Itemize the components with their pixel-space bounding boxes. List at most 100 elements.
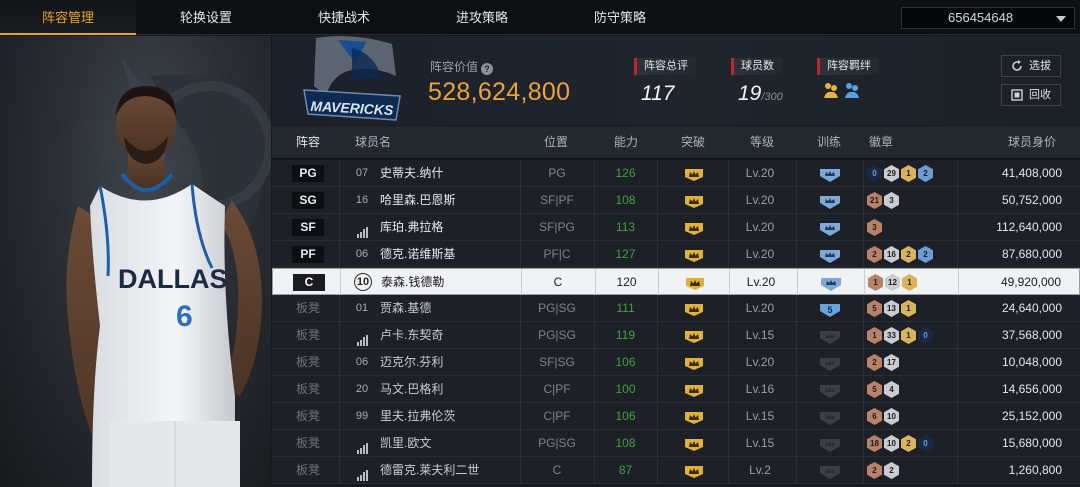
player-name[interactable]: 德克.诺维斯基 bbox=[380, 241, 455, 268]
column-divider bbox=[657, 349, 658, 376]
table-row[interactable]: C 10 泰森.钱德勒 C 120 Lv.20 1 12 1 49,920,000 bbox=[272, 268, 1080, 296]
col-ability[interactable]: 能力 bbox=[614, 126, 638, 159]
badge-group[interactable]: 1 12 1 bbox=[868, 274, 917, 291]
table-row[interactable]: SF 库珀.弗拉格 SF|PG 113 Lv.20 3 112,640,000 bbox=[272, 214, 1080, 241]
table-row[interactable]: 板凳 德雷克.莱夫利二世 C 87 Lv.2 2 2 1,260,800 bbox=[272, 457, 1080, 484]
summary-header: MAVERICKS 阵容价值? 528,624,800 阵容总评 117 球员数… bbox=[272, 36, 1080, 125]
col-name[interactable]: 球员名 bbox=[355, 126, 391, 159]
player-name[interactable]: 泰森.钱德勒 bbox=[381, 269, 444, 296]
table-row[interactable]: 板凳 凯里.欧文 PG|SG 108 Lv.15 18 10 2 0 15,680,000 bbox=[272, 430, 1080, 457]
player-name[interactable]: 凯里.欧文 bbox=[380, 430, 431, 457]
player-ability: 127 bbox=[615, 247, 636, 261]
select-button[interactable]: 选拔 bbox=[1001, 55, 1061, 77]
jersey-number: 01 bbox=[355, 302, 369, 314]
training-icon[interactable] bbox=[820, 247, 840, 263]
player-name[interactable]: 迈克尔.芬利 bbox=[380, 349, 443, 376]
training-icon[interactable] bbox=[820, 166, 840, 182]
player-name[interactable]: 德雷克.莱夫利二世 bbox=[380, 457, 479, 484]
column-divider bbox=[657, 214, 658, 241]
crown-icon[interactable] bbox=[685, 436, 703, 451]
badge-icon: 18 bbox=[867, 435, 882, 452]
training-icon[interactable] bbox=[820, 463, 840, 479]
player-level: Lv.2 bbox=[749, 463, 771, 477]
training-icon[interactable] bbox=[820, 409, 840, 425]
col-position[interactable]: 位置 bbox=[544, 126, 568, 159]
table-row[interactable]: 板凳 06 迈克尔.芬利 SF|SG 106 Lv.20 2 17 10,048,000 bbox=[272, 349, 1080, 376]
crown-icon[interactable] bbox=[685, 328, 703, 343]
badge-icon: 1 bbox=[902, 274, 917, 291]
col-lineup[interactable]: 阵容 bbox=[296, 126, 320, 159]
col-level[interactable]: 等级 bbox=[750, 126, 774, 159]
badge-group[interactable]: 5 13 1 bbox=[867, 300, 916, 317]
player-name[interactable]: 史蒂夫.纳什 bbox=[380, 160, 443, 187]
tab-offense[interactable]: 进攻策略 bbox=[414, 0, 550, 35]
badge-icon: 2 bbox=[918, 165, 933, 182]
player-name[interactable]: 库珀.弗拉格 bbox=[380, 214, 443, 241]
badge-group[interactable]: 54 bbox=[867, 381, 899, 398]
tab-rotation[interactable]: 轮换设置 bbox=[138, 0, 274, 35]
badge-group[interactable]: 22 bbox=[867, 462, 899, 479]
col-salary[interactable]: 球员身价 bbox=[1008, 126, 1056, 159]
crown-icon[interactable] bbox=[685, 301, 703, 316]
table-row[interactable]: 板凳 20 马文.巴格利 C|PF 100 Lv.16 5 4 14,656,000 bbox=[272, 376, 1080, 403]
table-row[interactable]: 板凳 卢卡.东契奇 PG|SG 119 Lv.15 1 33 1 0 37,568,000 bbox=[272, 322, 1080, 349]
badge-group[interactable]: 18 10 2 0 bbox=[867, 435, 933, 452]
lineup-slot: PG bbox=[292, 165, 324, 182]
player-level: Lv.20 bbox=[746, 275, 776, 289]
badge-group[interactable]: 0 29 1 2 bbox=[867, 165, 933, 182]
badge-group[interactable]: 2 17 bbox=[867, 354, 899, 371]
badge-group[interactable]: 1 33 1 0 bbox=[867, 327, 933, 344]
help-icon[interactable]: ? bbox=[481, 63, 494, 75]
recycle-button-label: 回收 bbox=[1029, 89, 1051, 101]
account-dropdown[interactable]: 656454648 bbox=[901, 7, 1075, 29]
crown-icon[interactable] bbox=[685, 193, 703, 208]
lineup-value: 528,624,800 bbox=[428, 78, 571, 106]
badge-group[interactable]: 3 bbox=[867, 219, 882, 236]
crown-icon[interactable] bbox=[685, 247, 703, 262]
badge-group[interactable]: 21 3 bbox=[867, 192, 899, 209]
refresh-icon bbox=[1012, 60, 1022, 71]
player-name[interactable]: 卢卡.东契奇 bbox=[380, 322, 443, 349]
col-training[interactable]: 训练 bbox=[817, 126, 841, 159]
tab-lineup[interactable]: 阵容管理 bbox=[0, 0, 136, 35]
player-name[interactable]: 里夫.拉弗伦茨 bbox=[380, 403, 455, 430]
player-position: C|PF bbox=[543, 382, 571, 396]
badge-icon: 17 bbox=[884, 354, 899, 371]
crown-icon[interactable] bbox=[685, 409, 703, 424]
player-salary: 112,640,000 bbox=[996, 220, 1062, 234]
bond-gold-icon[interactable] bbox=[823, 82, 839, 100]
table-row[interactable]: SG 16 哈里森.巴恩斯 SF|PF 108 Lv.20 21 3 50,752,000 bbox=[272, 187, 1080, 214]
col-badges[interactable]: 徽章 bbox=[869, 126, 893, 159]
column-divider bbox=[796, 403, 797, 430]
crown-icon[interactable] bbox=[685, 382, 703, 397]
training-icon[interactable]: 5 bbox=[820, 301, 840, 317]
bond-blue-icon[interactable] bbox=[844, 82, 860, 100]
crown-icon[interactable] bbox=[685, 463, 703, 478]
col-breakthrough[interactable]: 突破 bbox=[681, 126, 705, 159]
badge-group[interactable]: 2 16 2 2 bbox=[867, 246, 933, 263]
player-name[interactable]: 哈里森.巴恩斯 bbox=[380, 187, 455, 214]
player-name[interactable]: 马文.巴格利 bbox=[380, 376, 443, 403]
player-name[interactable]: 贾森.基德 bbox=[380, 295, 431, 322]
training-icon[interactable] bbox=[820, 193, 840, 209]
training-icon[interactable] bbox=[820, 382, 840, 398]
training-icon[interactable] bbox=[820, 355, 840, 371]
recycle-button[interactable]: 回收 bbox=[1001, 84, 1061, 106]
table-row[interactable]: 板凳 99 里夫.拉弗伦茨 C|PF 106 Lv.15 6 10 25,152,000 bbox=[272, 403, 1080, 430]
table-row[interactable]: PG 07 史蒂夫.纳什 PG 126 Lv.20 0 29 1 2 41,408,000 bbox=[272, 160, 1080, 187]
badge-group[interactable]: 6 10 bbox=[867, 408, 899, 425]
table-row[interactable]: 板凳 01 贾森.基德 PG|SG 111 Lv.20 5 5 13 1 24,640,000 bbox=[272, 295, 1080, 322]
training-icon[interactable] bbox=[821, 275, 841, 291]
training-icon[interactable] bbox=[820, 436, 840, 452]
crown-icon[interactable] bbox=[685, 166, 703, 181]
tab-tactics[interactable]: 快捷战术 bbox=[276, 0, 412, 35]
tab-defense[interactable]: 防守策略 bbox=[552, 0, 688, 35]
training-icon[interactable] bbox=[820, 220, 840, 236]
crown-icon[interactable] bbox=[685, 355, 703, 370]
table-row[interactable]: PF 06 德克.诺维斯基 PF|C 127 Lv.20 2 16 2 2 87,680,000 bbox=[272, 241, 1080, 268]
crown-icon[interactable] bbox=[686, 275, 704, 290]
crown-icon[interactable] bbox=[685, 220, 703, 235]
column-divider bbox=[958, 269, 959, 296]
training-icon[interactable] bbox=[820, 328, 840, 344]
player-position: PF|C bbox=[543, 247, 571, 261]
